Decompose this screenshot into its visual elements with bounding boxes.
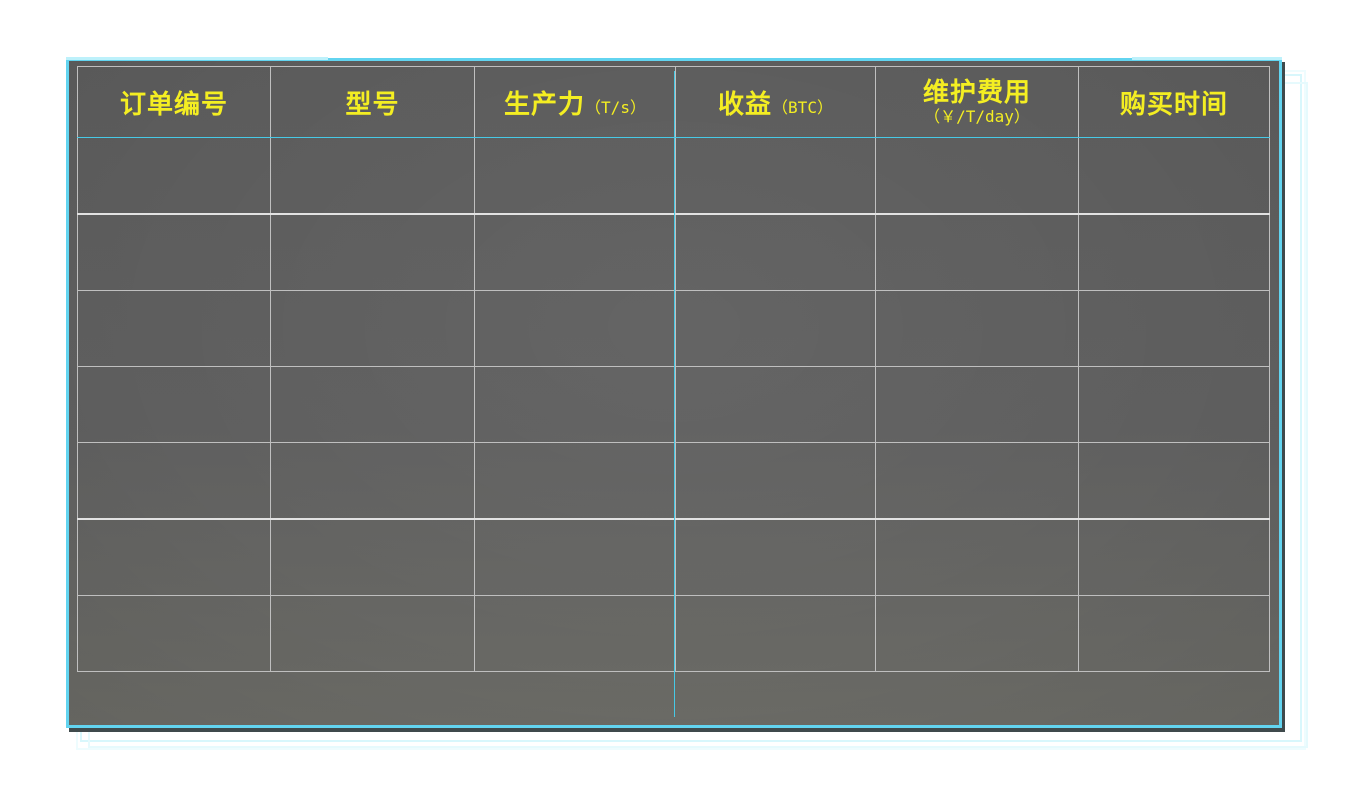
table-cell [1078, 595, 1270, 672]
table-cell [474, 518, 676, 596]
table-cell [875, 366, 1079, 443]
table-cell [474, 213, 676, 291]
table-cell [675, 518, 876, 596]
table-cell [875, 442, 1079, 520]
column-unit-productivity: （T/s） [585, 97, 646, 117]
table-cell [1078, 290, 1270, 367]
column-header-model[interactable]: 型号 [270, 66, 475, 138]
stage: 订单编号 型号 生产力（T/s） 收益（BTC） 维护费用 （￥/T/day） [0, 0, 1346, 807]
column-header-purchase-time[interactable]: 购买时间 [1078, 66, 1270, 138]
table-cell [474, 137, 676, 215]
table-cell [270, 595, 475, 672]
table-cell [875, 137, 1079, 215]
table-cell [1078, 366, 1270, 443]
table-cell [270, 442, 475, 520]
table-cell [474, 442, 676, 520]
table-cell [675, 366, 876, 443]
table-cell [875, 213, 1079, 291]
table-cell [1078, 518, 1270, 596]
column-unit-revenue: （BTC） [772, 97, 833, 117]
table-cell [675, 137, 876, 215]
table-cell [270, 518, 475, 596]
column-header-productivity[interactable]: 生产力（T/s） [474, 66, 676, 138]
table-cell [474, 595, 676, 672]
table-cell [1078, 137, 1270, 215]
table-cell [270, 137, 475, 215]
table-cell [270, 213, 475, 291]
table-cell [675, 442, 876, 520]
table-cell [675, 213, 876, 291]
column-divider-highlight [674, 71, 675, 717]
table-cell [474, 290, 676, 367]
table-cell [875, 518, 1079, 596]
table-cell [875, 595, 1079, 672]
frame-highlight-right [1132, 57, 1282, 60]
table-cell [474, 366, 676, 443]
table-cell [875, 290, 1079, 367]
column-header-maintenance-fee[interactable]: 维护费用 （￥/T/day） [875, 66, 1079, 138]
table-cell [675, 290, 876, 367]
table-cell [77, 290, 271, 367]
table-cell [77, 595, 271, 672]
table-cell [77, 366, 271, 443]
frame-highlight-left [66, 57, 328, 60]
table-cell [77, 213, 271, 291]
table-cell [1078, 442, 1270, 520]
table-cell [77, 137, 271, 215]
table-cell [1078, 213, 1270, 291]
table-cell [77, 442, 271, 520]
table-cell [675, 595, 876, 672]
order-table-panel: 订单编号 型号 生产力（T/s） 收益（BTC） 维护费用 （￥/T/day） [66, 57, 1282, 728]
column-header-revenue[interactable]: 收益（BTC） [675, 66, 876, 138]
column-header-order-id[interactable]: 订单编号 [77, 66, 271, 138]
table-cell [270, 366, 475, 443]
column-unit-maintenance-fee: （￥/T/day） [924, 107, 1030, 126]
table-cell [77, 518, 271, 596]
table-cell [270, 290, 475, 367]
